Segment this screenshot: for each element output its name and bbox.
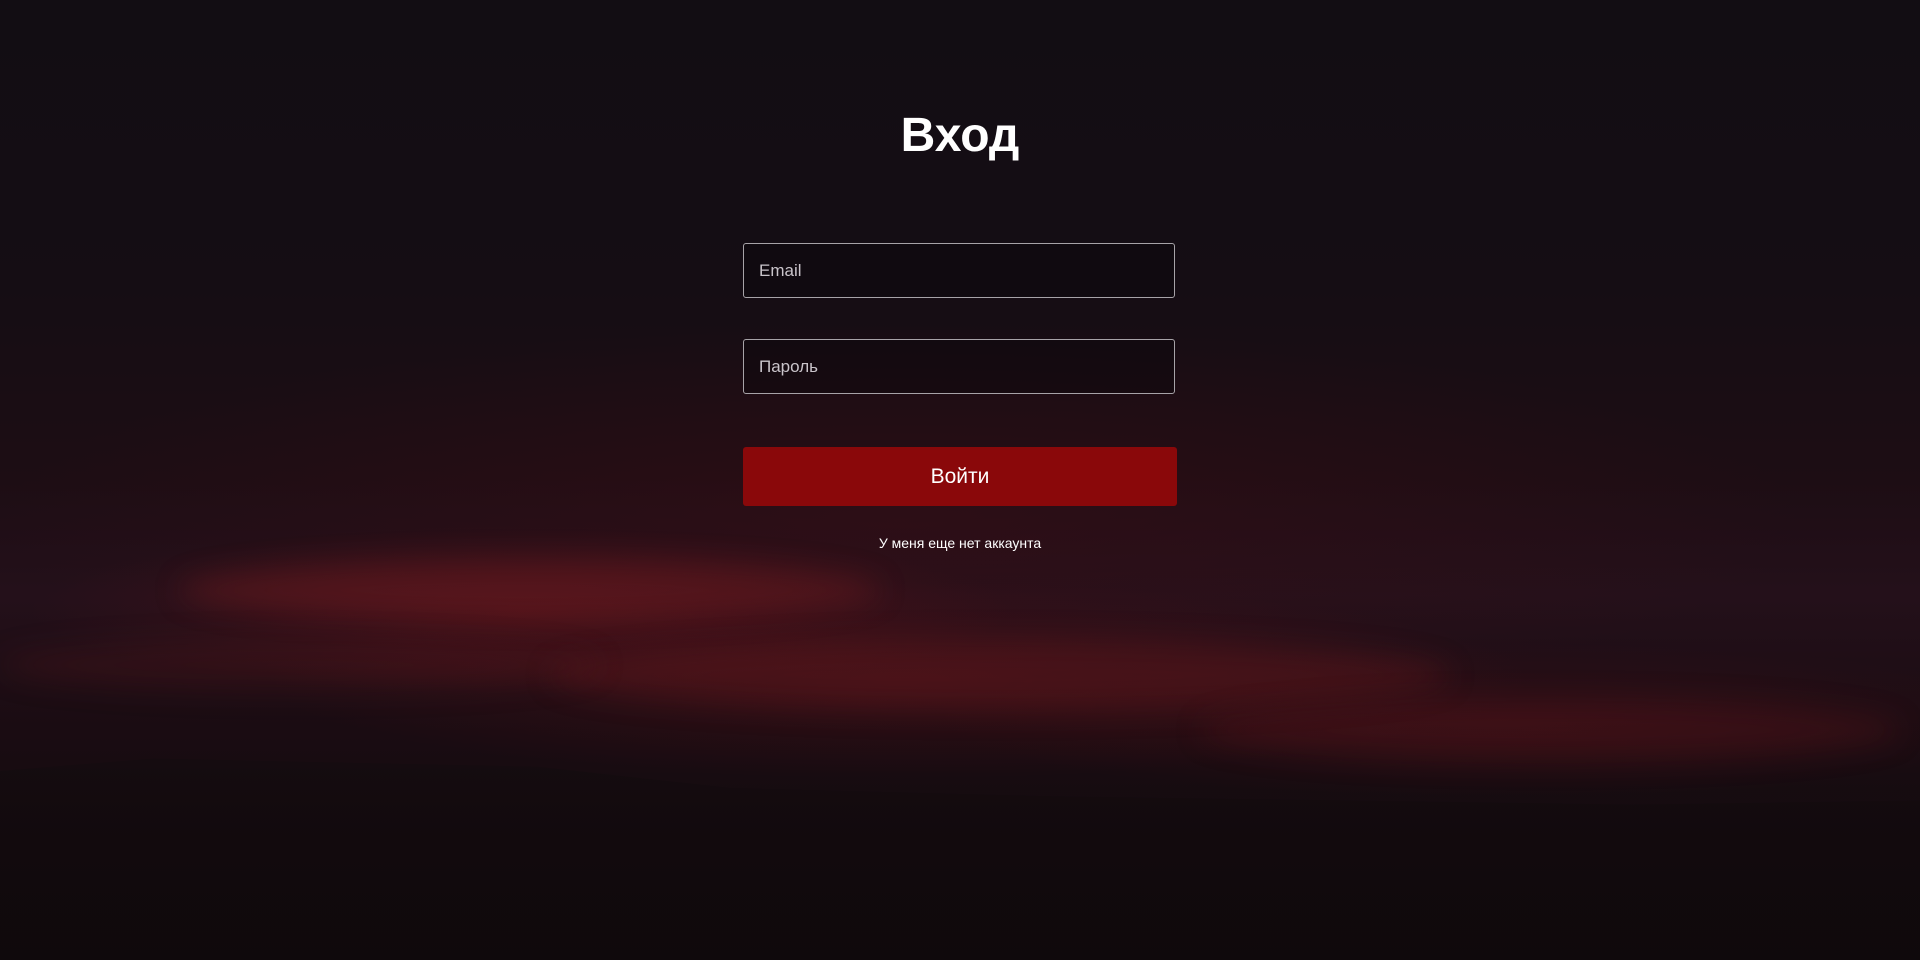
- sky-cloud-streak: [550, 640, 1450, 710]
- page-title: Вход: [900, 109, 1020, 162]
- background-landscape: [0, 758, 1920, 960]
- login-page: Вход Войти У меня еще нет аккаунта: [0, 0, 1920, 960]
- password-field[interactable]: [743, 339, 1175, 394]
- sky-cloud-streak: [0, 640, 600, 690]
- register-link[interactable]: У меня еще нет аккаунта: [743, 533, 1177, 553]
- email-field[interactable]: [743, 243, 1175, 298]
- sky-cloud-streak: [180, 560, 880, 620]
- login-button[interactable]: Войти: [743, 447, 1177, 506]
- sky-cloud-streak: [1200, 700, 1900, 760]
